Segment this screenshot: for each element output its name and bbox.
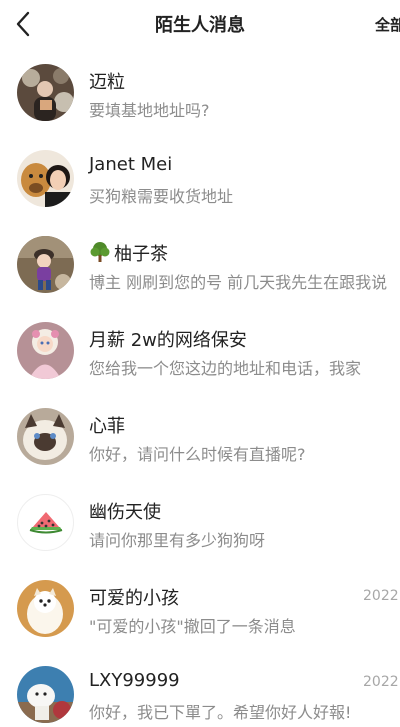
avatar[interactable]	[17, 236, 74, 293]
contact-name: 柚子茶	[89, 240, 168, 266]
message-preview: 你好，请问什么时候有直播呢?	[89, 445, 306, 464]
message-item[interactable]: LXY99999 你好，我已下單了。希望你好人好報! 2022	[0, 652, 400, 727]
message-item[interactable]: 心菲 你好，请问什么时候有直播呢?	[0, 394, 400, 480]
contact-name: 可爱的小孩	[89, 588, 179, 609]
message-preview: 要填基地地址吗?	[89, 101, 210, 120]
message-preview: 你好，我已下單了。希望你好人好報!	[89, 703, 352, 722]
message-date: 2022	[363, 588, 399, 604]
message-preview: "可爱的小孩"撤回了一条消息	[89, 617, 296, 636]
avatar[interactable]	[17, 408, 74, 465]
contact-name: 幽伤天使	[89, 502, 161, 523]
message-preview: 请问你那里有多少狗狗呀	[89, 531, 266, 550]
contact-name-text: 柚子茶	[114, 244, 168, 265]
contact-name: LXY99999	[89, 670, 180, 691]
avatar[interactable]	[17, 580, 74, 637]
page-title: 陌生人消息	[155, 15, 245, 36]
message-item[interactable]: 柚子茶 博主 刚刷到您的号 前几天我先生在跟我说	[0, 222, 400, 308]
message-item[interactable]: 迈粒 要填基地地址吗?	[0, 50, 400, 136]
message-item[interactable]: 幽伤天使 请问你那里有多少狗狗呀	[0, 480, 400, 566]
contact-name: 月薪 2w的网络保安	[89, 330, 247, 351]
contact-name: Janet Mei	[89, 154, 173, 175]
watermelon-icon	[29, 512, 63, 534]
message-list: 迈粒 要填基地地址吗? Janet Mei 买狗粮需要收货地址 柚子茶 博主 刚…	[0, 50, 400, 727]
contact-name: 心菲	[89, 416, 125, 437]
message-item[interactable]: Janet Mei 买狗粮需要收货地址	[0, 136, 400, 222]
avatar[interactable]	[17, 150, 74, 207]
tree-emoji-icon	[90, 242, 110, 262]
avatar[interactable]	[17, 666, 74, 723]
message-preview: 买狗粮需要收货地址	[89, 187, 234, 206]
contact-name: 迈粒	[89, 72, 125, 93]
message-item[interactable]: 可爱的小孩 "可爱的小孩"撤回了一条消息 2022	[0, 566, 400, 652]
avatar[interactable]	[17, 494, 74, 551]
message-preview: 博主 刚刷到您的号 前几天我先生在跟我说	[89, 273, 388, 292]
message-item[interactable]: 月薪 2w的网络保安 您给我一个您这边的地址和电话，我家	[0, 308, 400, 394]
message-preview: 您给我一个您这边的地址和电话，我家	[89, 359, 362, 378]
message-date: 2022	[363, 674, 399, 690]
read-all-button[interactable]: 全部	[375, 14, 400, 35]
top-nav-bar: 陌生人消息 全部	[0, 0, 400, 48]
avatar[interactable]	[17, 64, 74, 121]
avatar[interactable]	[17, 322, 74, 379]
